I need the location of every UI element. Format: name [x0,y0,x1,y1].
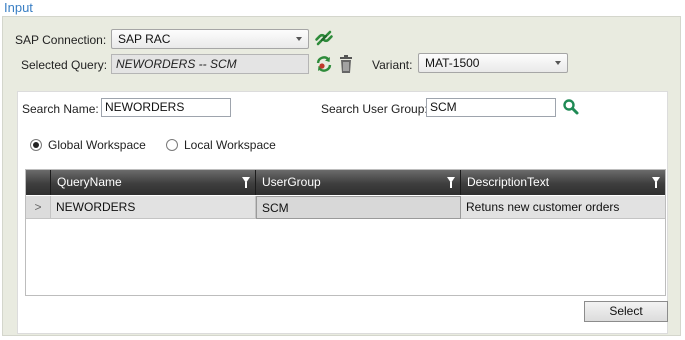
sap-connection-label: SAP Connection: [15,33,107,47]
row-indicator[interactable]: > [26,196,51,219]
grid-header-label: UserGroup [262,175,321,189]
global-workspace-radio[interactable] [30,139,42,151]
section-title: Input [4,0,33,15]
grid-header-label: DescriptionText [467,175,550,189]
chevron-down-icon [296,37,302,41]
sap-connection-value: SAP RAC [118,32,171,46]
local-workspace-radio[interactable] [166,139,178,151]
filter-icon[interactable] [242,177,250,188]
grid-header-label: QueryName [57,175,122,189]
table-cell-usergroup[interactable]: SCM [256,196,461,219]
refresh-icon[interactable] [314,54,334,74]
search-icon[interactable] [562,98,580,116]
input-panel: SAP Connection: SAP RAC Selected Query: … [2,16,681,336]
selected-query-value: NEWORDERS -- SCM [116,57,237,71]
local-workspace-label: Local Workspace [184,138,276,152]
table-cell-queryname[interactable]: NEWORDERS [51,196,256,219]
query-search-area: Search Name: NEWORDERS Search User Group… [17,91,668,334]
chevron-down-icon [555,61,561,65]
variant-label: Variant: [372,58,413,72]
connect-link-icon[interactable] [314,28,334,48]
global-workspace-label: Global Workspace [48,138,146,152]
selected-query-label: Selected Query: [21,58,108,72]
query-grid: QueryName UserGroup DescriptionText > NE… [25,169,666,296]
cell-text: NEWORDERS [56,200,136,214]
selected-query-field: NEWORDERS -- SCM [111,54,309,74]
variant-dropdown[interactable]: MAT-1500 [418,53,568,73]
grid-header-usergroup[interactable]: UserGroup [256,170,461,195]
row-selector-icon: > [34,200,42,214]
search-user-group-input[interactable]: SCM [426,98,556,117]
grid-header-descriptiontext[interactable]: DescriptionText [461,170,665,195]
search-user-group-value: SCM [430,100,457,114]
grid-header-indicator [26,170,51,195]
filter-icon[interactable] [447,177,455,188]
cell-text: Retuns new customer orders [466,200,620,214]
filter-icon[interactable] [652,177,660,188]
search-name-value: NEWORDERS [105,100,185,114]
search-name-label: Search Name: [22,102,99,116]
search-name-input[interactable]: NEWORDERS [101,98,231,117]
table-cell-descriptiontext[interactable]: Retuns new customer orders [461,196,665,219]
grid-header-queryname[interactable]: QueryName [51,170,256,195]
cell-text: SCM [262,201,289,215]
search-user-group-label: Search User Group: [321,102,428,116]
trash-icon[interactable] [338,54,354,74]
sap-connection-dropdown[interactable]: SAP RAC [111,29,309,49]
select-button[interactable]: Select [584,301,668,322]
variant-value: MAT-1500 [425,56,480,70]
